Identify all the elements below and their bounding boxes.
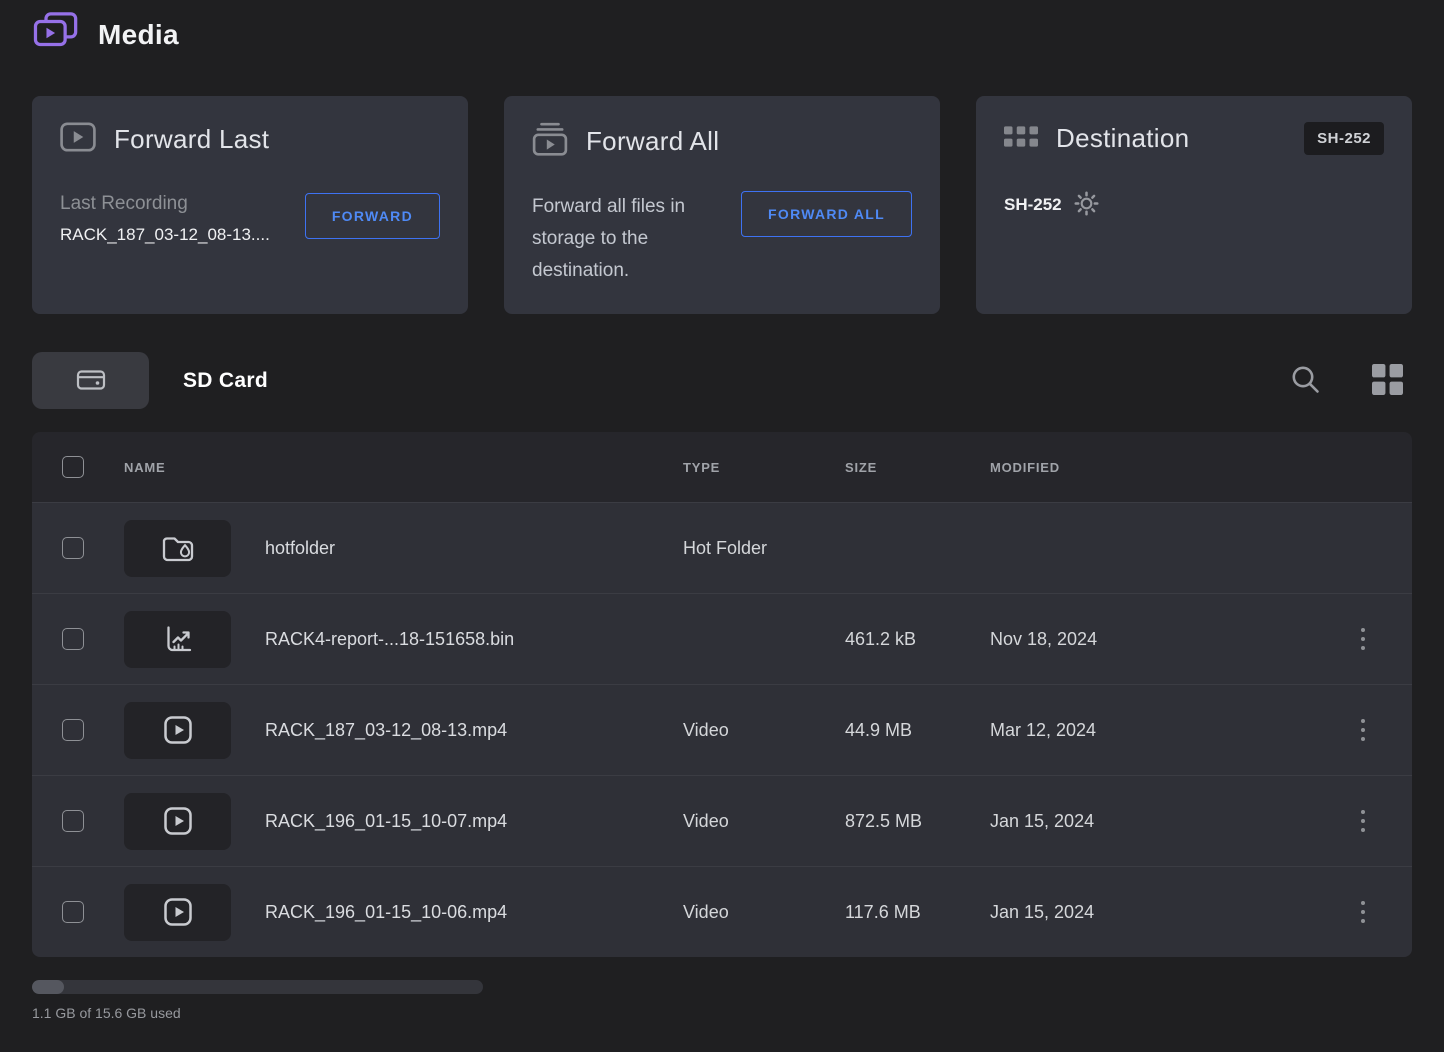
table-row: RACK_196_01-15_10-06.mp4 Video 117.6 MB … — [32, 866, 1412, 957]
last-recording-filename: RACK_187_03-12_08-13.... — [60, 225, 270, 245]
grid-view-button[interactable] — [1372, 364, 1403, 398]
select-all-checkbox[interactable] — [62, 456, 84, 478]
row-menu-button[interactable] — [1342, 618, 1384, 660]
file-type: Hot Folder — [683, 538, 845, 559]
file-size: 461.2 kB — [845, 629, 990, 650]
column-modified: MODIFIED — [990, 460, 1330, 475]
file-modified: Jan 15, 2024 — [990, 811, 1330, 832]
file-type: Video — [683, 720, 845, 741]
row-menu-button[interactable] — [1342, 891, 1384, 933]
forward-all-button[interactable]: FORWARD ALL — [741, 191, 912, 237]
file-type-tile — [124, 793, 231, 850]
file-size: 872.5 MB — [845, 811, 990, 832]
row-checkbox[interactable] — [62, 719, 84, 741]
search-button[interactable] — [1290, 364, 1320, 397]
file-modified: Nov 18, 2024 — [990, 629, 1330, 650]
video-icon — [162, 714, 194, 746]
column-type: TYPE — [683, 460, 845, 475]
last-recording-info: Last Recording RACK_187_03-12_08-13.... — [60, 193, 270, 245]
video-icon — [162, 805, 194, 837]
file-type: Video — [683, 811, 845, 832]
media-icon — [32, 11, 82, 60]
forward-all-description: Forward all files in storage to the dest… — [532, 191, 685, 287]
media-page: Media Forward Last Last Recording RACK_1… — [0, 0, 1444, 1021]
forward-all-card: Forward All Forward all files in storage… — [504, 96, 940, 314]
last-recording-label: Last Recording — [60, 193, 270, 215]
forward-last-card: Forward Last Last Recording RACK_187_03-… — [32, 96, 468, 314]
sd-card-button[interactable] — [32, 352, 149, 409]
sd-drive-icon — [75, 364, 107, 397]
gear-icon — [1074, 191, 1099, 219]
forward-last-title: Forward Last — [114, 124, 269, 155]
file-name: hotfolder — [231, 538, 683, 559]
table-row: RACK_187_03-12_08-13.mp4 Video 44.9 MB M… — [32, 684, 1412, 775]
row-menu-button[interactable] — [1342, 800, 1384, 842]
search-icon — [1290, 364, 1320, 397]
destination-card: Destination SH-252 SH-252 — [976, 96, 1412, 314]
source-label: SD Card — [183, 369, 268, 393]
grid-view-icon — [1372, 364, 1403, 398]
report-icon — [162, 623, 194, 655]
file-type-tile — [124, 520, 231, 577]
action-cards: Forward Last Last Recording RACK_187_03-… — [32, 96, 1412, 314]
file-name: RACK_196_01-15_10-06.mp4 — [231, 902, 683, 923]
file-size: 117.6 MB — [845, 902, 990, 923]
table-row: RACK_196_01-15_10-07.mp4 Video 872.5 MB … — [32, 775, 1412, 866]
destination-icon — [1004, 126, 1038, 152]
forward-button[interactable]: FORWARD — [305, 193, 440, 239]
table-row: RACK4-report-...18-151658.bin 461.2 kB N… — [32, 593, 1412, 684]
file-modified: Jan 15, 2024 — [990, 902, 1330, 923]
storage-meter — [32, 980, 483, 994]
file-table: NAME TYPE SIZE MODIFIED — [32, 432, 1412, 957]
table-header: NAME TYPE SIZE MODIFIED — [32, 432, 1412, 502]
destination-settings-button[interactable] — [1074, 191, 1099, 219]
file-name: RACK4-report-...18-151658.bin — [231, 629, 683, 650]
storage-meter-fill — [32, 980, 64, 994]
hot-folder-icon — [161, 532, 195, 564]
row-menu-button[interactable] — [1342, 709, 1384, 751]
row-checkbox[interactable] — [62, 628, 84, 650]
source-row: SD Card — [32, 352, 1412, 409]
storage-usage-text: 1.1 GB of 15.6 GB used — [32, 1005, 1412, 1021]
file-size: 44.9 MB — [845, 720, 990, 741]
destination-badge: SH-252 — [1304, 122, 1384, 155]
file-type: Video — [683, 902, 845, 923]
file-type-tile — [124, 884, 231, 941]
forward-last-icon — [60, 122, 96, 157]
table-body: hotfolder Hot Folder — [32, 502, 1412, 957]
destination-title: Destination — [1056, 123, 1189, 154]
page-header: Media — [32, 0, 1412, 50]
file-name: RACK_196_01-15_10-07.mp4 — [231, 811, 683, 832]
row-checkbox[interactable] — [62, 537, 84, 559]
destination-value: SH-252 — [1004, 195, 1062, 215]
file-name: RACK_187_03-12_08-13.mp4 — [231, 720, 683, 741]
forward-all-title: Forward All — [586, 126, 719, 157]
column-name: NAME — [124, 460, 231, 475]
column-size: SIZE — [845, 460, 990, 475]
file-type-tile — [124, 611, 231, 668]
file-type-tile — [124, 702, 231, 759]
forward-all-icon — [532, 122, 568, 161]
video-icon — [162, 896, 194, 928]
row-checkbox[interactable] — [62, 901, 84, 923]
page-title: Media — [98, 19, 179, 51]
table-row: hotfolder Hot Folder — [32, 502, 1412, 593]
file-modified: Mar 12, 2024 — [990, 720, 1330, 741]
row-checkbox[interactable] — [62, 810, 84, 832]
